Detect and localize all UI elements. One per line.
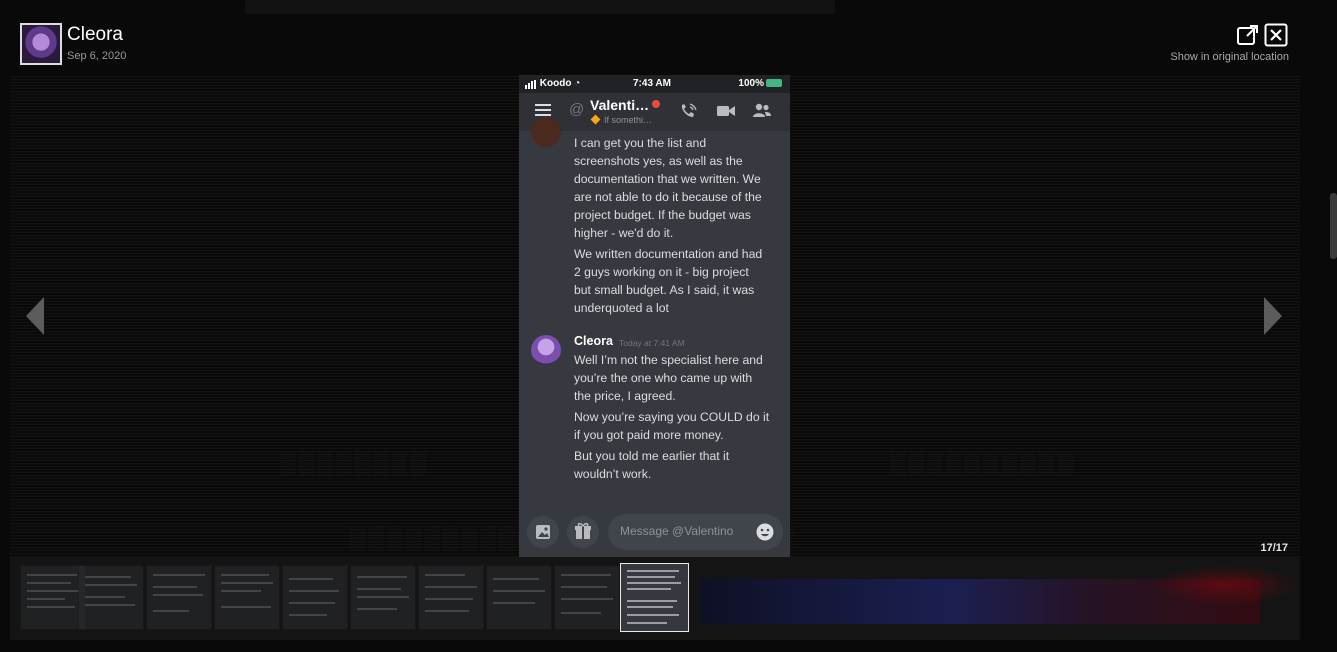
message-line: wouldn’t work. xyxy=(574,467,652,481)
thumbnail[interactable] xyxy=(486,565,552,630)
message-input: Message @Valentino xyxy=(608,514,783,550)
message-line: the price, I agreed. xyxy=(574,389,676,403)
message-line: We written documentation and had xyxy=(574,247,763,261)
close-icon[interactable] xyxy=(1264,23,1288,47)
page-scrollbar[interactable] xyxy=(1330,193,1337,259)
message-line: higher - we'd do it. xyxy=(574,226,674,240)
phone-time: 7:43 AM xyxy=(633,78,671,89)
message-list: I can get you the list and screenshots y… xyxy=(519,117,790,505)
message-line: if you got paid more money. xyxy=(574,428,724,442)
thumbnail[interactable] xyxy=(78,565,144,630)
chevron-right-icon[interactable] xyxy=(1258,295,1288,337)
external-link-icon[interactable] xyxy=(1236,23,1260,47)
dm-custom-status: If somethi… xyxy=(604,115,653,125)
dm-name: Valenti… xyxy=(590,97,650,113)
thumbnail-active[interactable] xyxy=(620,563,689,632)
background-glow xyxy=(1150,565,1300,605)
message-input-placeholder: Message @Valentino xyxy=(620,524,734,538)
emoji-icon xyxy=(756,523,774,541)
battery-level: 100% xyxy=(738,78,764,89)
at-icon: @ xyxy=(569,101,585,118)
message-line: But you told me earlier that it xyxy=(574,449,730,463)
message-line: documentation that we written. We xyxy=(574,172,761,186)
message-line: 2 guys working on it - big project xyxy=(574,265,749,279)
message-line: Well I’m not the specialist here and xyxy=(574,353,763,367)
phone-icon xyxy=(681,103,697,117)
status-diamond-icon xyxy=(590,114,601,125)
viewer-header: Cleora Sep 6, 2020 Show in original loca… xyxy=(10,14,1300,74)
image-stage: ▒▒▒▒▒▒▒▒ ▒▒▒▒▒▒▒▒▒▒ ▒▒▒▒▒▒▒▒▒▒▒▒▒▒▒▒▒▒▒▒… xyxy=(10,75,1300,557)
members-icon xyxy=(753,103,771,117)
image-counter: 17/17 xyxy=(1260,542,1288,554)
post-date: Sep 6, 2020 xyxy=(67,50,127,62)
message-line: screenshots yes, as well as the xyxy=(574,154,743,168)
thumbnail-strip xyxy=(10,557,1300,640)
thumbnail[interactable] xyxy=(282,565,348,630)
message-timestamp: Today at 7:41 AM xyxy=(619,338,685,348)
thumbnail[interactable] xyxy=(418,565,484,630)
message-line: Now you’re saying you COULD do it xyxy=(574,410,770,424)
avatar xyxy=(531,117,561,147)
dnd-status-icon xyxy=(652,100,661,108)
page-title: Cleora xyxy=(67,24,123,45)
screenshot-image: Koodo ◔ 7:43 AM 100% @ Valenti… If somet… xyxy=(519,75,790,557)
signal-icon xyxy=(525,78,537,89)
message-author: Cleora xyxy=(574,334,613,348)
show-original-location-link[interactable]: Show in original location xyxy=(1170,51,1289,63)
message-line: are not able to do it because of the xyxy=(574,190,762,204)
wifi-icon: ◔ xyxy=(574,78,581,89)
avatar xyxy=(20,23,62,65)
thumbnail[interactable] xyxy=(554,565,620,630)
background-page-strip xyxy=(245,0,835,14)
message-composer: Message @Valentino xyxy=(519,509,790,557)
hamburger-icon xyxy=(535,104,551,116)
background-ghost-text: ▒▒▒▒▒▒▒▒ xyxy=(280,450,429,475)
media-viewer: Cleora Sep 6, 2020 Show in original loca… xyxy=(0,0,1337,652)
avatar xyxy=(531,335,561,365)
carrier-name: Koodo xyxy=(539,78,572,89)
message-line: underquoted a lot xyxy=(574,301,669,315)
message-line: I can get you the list and xyxy=(574,136,707,150)
message-line: but small budget. As I said, it was xyxy=(574,283,755,297)
message-line: you’re the one who came up with xyxy=(574,371,753,385)
thumbnail[interactable] xyxy=(350,565,416,630)
gift-icon xyxy=(567,516,599,548)
video-icon xyxy=(717,106,735,116)
background-ghost-text: ▒▒▒▒▒▒▒▒▒▒ xyxy=(890,450,1076,475)
thumbnail[interactable] xyxy=(146,565,212,630)
thumbnail[interactable] xyxy=(214,565,280,630)
thumbnail[interactable] xyxy=(20,565,86,630)
image-icon xyxy=(527,516,559,548)
battery-icon xyxy=(766,79,782,87)
phone-status-bar: Koodo ◔ 7:43 AM 100% xyxy=(519,75,790,93)
chevron-left-icon[interactable] xyxy=(20,295,50,337)
message-line: project budget. If the budget was xyxy=(574,208,751,222)
